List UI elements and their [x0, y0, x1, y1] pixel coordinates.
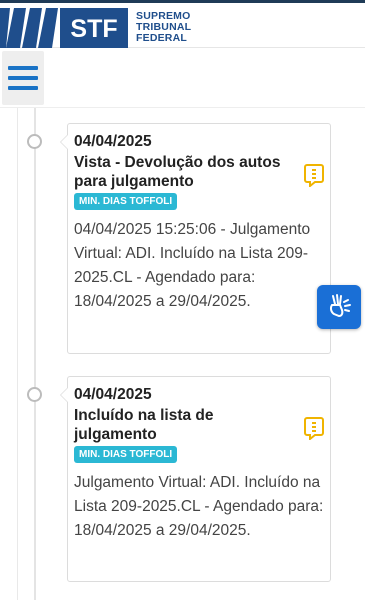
hamburger-icon [8, 66, 38, 70]
site-header: STF SUPREMO TRIBUNAL FEDERAL [0, 3, 365, 48]
logo-wordmark: SUPREMO TRIBUNAL FEDERAL [136, 11, 191, 44]
timeline-card[interactable]: 04/04/2025 Incluído na lista de julgamen… [60, 376, 331, 582]
menu-bar [0, 48, 365, 108]
stf-logo[interactable]: STF [0, 8, 132, 48]
sign-language-hands-icon [329, 294, 351, 318]
card-date: 04/04/2025 [74, 133, 152, 150]
card-date: 04/04/2025 [74, 386, 152, 403]
side-divider [17, 108, 18, 600]
timeline-bullet [27, 134, 42, 149]
minister-badge: MIN. DIAS TOFFOLI [74, 446, 178, 463]
hamburger-icon-bar [8, 76, 38, 80]
note-icon[interactable] [304, 163, 324, 187]
card-description: Julgamento Virtual: ADI. Incluído na Lis… [74, 474, 324, 539]
card-description: 04/04/2025 15:25:06 - Julgamento Virtual… [74, 221, 311, 310]
hamburger-icon-bar [8, 86, 38, 90]
note-icon[interactable] [304, 416, 324, 440]
timeline-line [34, 108, 36, 600]
logo-abbrev: STF [70, 15, 117, 43]
timeline-bullet [27, 387, 42, 402]
card-title: Incluído na lista de julgamento [74, 407, 214, 443]
timeline-card[interactable]: 04/04/2025 Vista - Devolução dos autos p… [60, 123, 331, 354]
menu-button[interactable] [2, 51, 44, 105]
card-title: Vista - Devolução dos autos para julgame… [74, 154, 281, 190]
minister-badge: MIN. DIAS TOFFOLI [74, 193, 178, 210]
timeline-content: 04/04/2025 Vista - Devolução dos autos p… [0, 108, 365, 600]
accessibility-button[interactable] [317, 285, 361, 329]
logo-line-3: FEDERAL [136, 32, 187, 44]
